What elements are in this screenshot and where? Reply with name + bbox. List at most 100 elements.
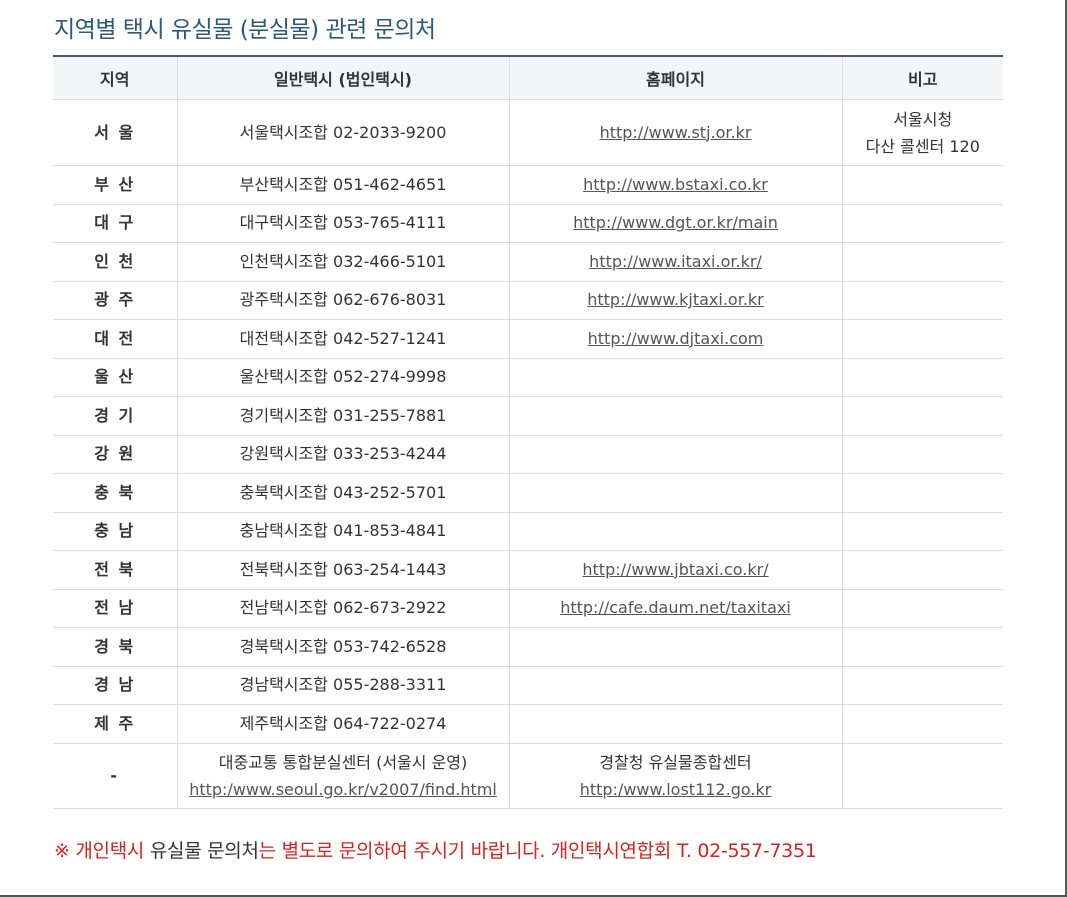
table-row: 충 남 충남택시조합 041-853-4841 xyxy=(53,512,1003,551)
notice-suffix: 는 별도로 문의하여 주시기 바랍니다. 개인택시연합회 T. 02-557-7… xyxy=(258,840,817,862)
homepage-cell: http://www.stj.or.kr xyxy=(508,99,842,166)
note-cell xyxy=(841,512,1003,551)
notice-prefix: ※ 개인택시 xyxy=(54,840,150,862)
region-cell: - xyxy=(53,743,177,809)
contact-cell: 광주택시조합 062-676-8031 xyxy=(176,281,509,320)
homepage-link[interactable]: http://www.bstaxi.co.kr xyxy=(583,175,768,194)
region-cell: 전 북 xyxy=(53,550,177,590)
region-cell: 대 전 xyxy=(53,319,177,359)
notice-text: ※ 개인택시 유실물 문의처는 별도로 문의하여 주시기 바랍니다. 개인택시연… xyxy=(54,836,817,863)
contact-cell: 서울택시조합 02-2033-9200 xyxy=(176,99,509,166)
table-row: 경 남 경남택시조합 055-288-3311 xyxy=(53,666,1003,705)
region-cell: 대 구 xyxy=(53,204,177,243)
table-row: 충 북 충북택시조합 043-252-5701 xyxy=(53,473,1003,513)
note-cell xyxy=(841,589,1003,628)
table-row: 제 주 제주택시조합 064-722-0274 xyxy=(53,704,1003,744)
region-cell: 충 남 xyxy=(53,512,177,551)
homepage-link[interactable]: http://www.dgt.or.kr/main xyxy=(573,213,778,232)
homepage-cell: http://www.kjtaxi.or.kr xyxy=(508,281,842,320)
homepage-cell xyxy=(508,435,842,474)
region-cell: 부 산 xyxy=(53,165,177,205)
note-cell xyxy=(841,242,1003,282)
homepage-cell: http://cafe.daum.net/taxitaxi xyxy=(508,589,842,628)
table-row: 강 원 강원택시조합 033-253-4244 xyxy=(53,435,1003,474)
note-cell xyxy=(841,396,1003,436)
region-cell: 인 천 xyxy=(53,242,177,282)
table-row: 울 산 울산택시조합 052-274-9998 xyxy=(53,358,1003,397)
contact-cell: 충남택시조합 041-853-4841 xyxy=(176,512,509,551)
contact-cell: 전북택시조합 063-254-1443 xyxy=(176,550,509,590)
homepage-cell xyxy=(508,358,842,397)
contact-cell: 경북택시조합 053-742-6528 xyxy=(176,627,509,667)
contact-cell: 경기택시조합 031-255-7881 xyxy=(176,396,509,436)
note-cell xyxy=(841,473,1003,513)
table-row: 부 산 부산택시조합 051-462-4651 http://www.bstax… xyxy=(53,165,1003,205)
note-cell xyxy=(841,743,1003,809)
region-cell: 경 기 xyxy=(53,396,177,436)
homepage-link[interactable]: http://www.itaxi.or.kr/ xyxy=(589,252,762,271)
homepage-cell xyxy=(508,512,842,551)
contact-cell: 대전택시조합 042-527-1241 xyxy=(176,319,509,359)
region-cell: 충 북 xyxy=(53,473,177,513)
homepage-cell xyxy=(508,396,842,436)
note-cell xyxy=(841,550,1003,590)
table-row: 전 북 전북택시조합 063-254-1443 http://www.jbtax… xyxy=(53,550,1003,590)
note-cell xyxy=(841,358,1003,397)
table-row: 대 구 대구택시조합 053-765-4111 http://www.dgt.o… xyxy=(53,204,1003,243)
table-header-row: 지역 일반택시 (법인택시) 홈페이지 비고 xyxy=(53,55,1003,100)
note-cell xyxy=(841,281,1003,320)
header-general-taxi: 일반택시 (법인택시) xyxy=(176,55,509,100)
contact-table: 지역 일반택시 (법인택시) 홈페이지 비고 서 울 서울택시조합 02-203… xyxy=(53,55,1003,809)
table-row: 서 울 서울택시조합 02-2033-9200 http://www.stj.o… xyxy=(53,99,1003,166)
header-homepage: 홈페이지 xyxy=(508,55,842,100)
region-cell: 경 북 xyxy=(53,627,177,667)
homepage-cell: http://www.djtaxi.com xyxy=(508,319,842,359)
contact-cell: 울산택시조합 052-274-9998 xyxy=(176,358,509,397)
note-cell xyxy=(841,704,1003,744)
contact-cell: 전남택시조합 062-673-2922 xyxy=(176,589,509,628)
note-cell: 서울시청 다산 콜센터 120 xyxy=(841,99,1003,166)
homepage-line: 경찰청 유실물종합센터 xyxy=(599,752,752,772)
homepage-cell: 경찰청 유실물종합센터 http:/www.lost112.go.kr xyxy=(508,743,842,809)
contact-cell: 강원택시조합 033-253-4244 xyxy=(176,435,509,474)
homepage-link[interactable]: http://www.djtaxi.com xyxy=(588,329,764,348)
region-cell: 전 남 xyxy=(53,589,177,628)
note-cell xyxy=(841,666,1003,705)
police-lost112-link[interactable]: http:/www.lost112.go.kr xyxy=(510,776,842,803)
table-row: 대 전 대전택시조합 042-527-1241 http://www.djtax… xyxy=(53,319,1003,359)
note-cell xyxy=(841,627,1003,667)
table-row: - 대중교통 통합분실센터 (서울시 운영) http:/www.seoul.g… xyxy=(53,743,1003,809)
note-cell xyxy=(841,319,1003,359)
region-cell: 울 산 xyxy=(53,358,177,397)
note-line: 서울시청 xyxy=(893,109,953,129)
homepage-cell xyxy=(508,627,842,667)
region-cell: 서 울 xyxy=(53,99,177,166)
page-title: 지역별 택시 유실물 (분실물) 관련 문의처 xyxy=(54,17,436,43)
table-row: 인 천 인천택시조합 032-466-5101 http://www.itaxi… xyxy=(53,242,1003,282)
contact-cell: 대구택시조합 053-765-4111 xyxy=(176,204,509,243)
table-row: 경 북 경북택시조합 053-742-6528 xyxy=(53,627,1003,667)
note-cell xyxy=(841,435,1003,474)
homepage-cell xyxy=(508,704,842,744)
region-cell: 제 주 xyxy=(53,704,177,744)
table-row: 광 주 광주택시조합 062-676-8031 http://www.kjtax… xyxy=(53,281,1003,320)
homepage-link[interactable]: http://www.jbtaxi.co.kr/ xyxy=(582,560,768,579)
contact-cell: 충북택시조합 043-252-5701 xyxy=(176,473,509,513)
homepage-cell: http://www.jbtaxi.co.kr/ xyxy=(508,550,842,590)
contact-cell: 경남택시조합 055-288-3311 xyxy=(176,666,509,705)
region-cell: 경 남 xyxy=(53,666,177,705)
note-cell xyxy=(841,165,1003,205)
note-line: 다산 콜센터 120 xyxy=(865,136,980,156)
homepage-cell: http://www.itaxi.or.kr/ xyxy=(508,242,842,282)
homepage-cell xyxy=(508,666,842,705)
contact-line: 대중교통 통합분실센터 (서울시 운영) xyxy=(218,752,468,772)
header-region: 지역 xyxy=(53,55,177,100)
homepage-link[interactable]: http://www.stj.or.kr xyxy=(600,123,752,142)
header-note: 비고 xyxy=(841,55,1003,100)
contact-cell: 대중교통 통합분실센터 (서울시 운영) http:/www.seoul.go.… xyxy=(176,743,509,809)
lost-found-center-link[interactable]: http:/www.seoul.go.kr/v2007/find.html xyxy=(178,776,509,803)
homepage-link[interactable]: http://cafe.daum.net/taxitaxi xyxy=(560,598,791,617)
homepage-link[interactable]: http://www.kjtaxi.or.kr xyxy=(587,290,764,309)
homepage-cell xyxy=(508,473,842,513)
table-row: 전 남 전남택시조합 062-673-2922 http://cafe.daum… xyxy=(53,589,1003,628)
